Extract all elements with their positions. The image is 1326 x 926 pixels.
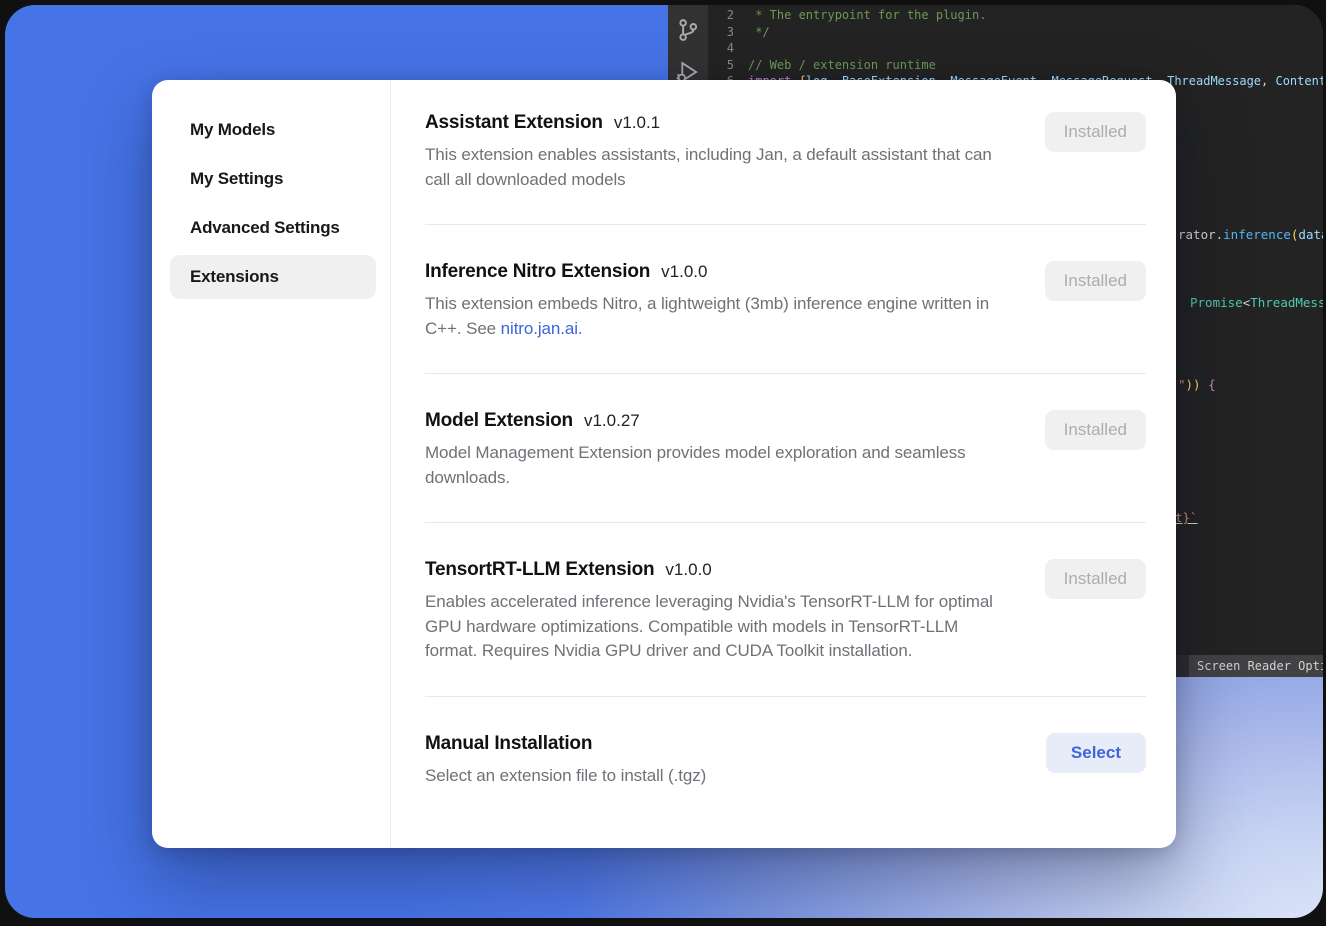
extension-description: Enables accelerated inference leveraging… <box>425 590 1010 664</box>
installed-button[interactable]: Installed <box>1045 410 1146 450</box>
extension-name: Assistant Extension <box>425 112 603 134</box>
manual-installation-description: Select an extension file to install (.tg… <box>425 764 706 789</box>
app-window: 2 * The entrypoint for the plugin. 3 */ … <box>5 5 1323 918</box>
extension-name: Inference Nitro Extension <box>425 261 650 283</box>
sidebar-item-my-settings[interactable]: My Settings <box>170 157 376 201</box>
code-line: 3 */ <box>708 24 1323 41</box>
extension-item-inference-nitro: Inference Nitro Extension v1.0.0 This ex… <box>425 225 1146 373</box>
extension-version: v1.0.0 <box>661 262 707 282</box>
extensions-list: Assistant Extension v1.0.1 This extensio… <box>391 80 1176 848</box>
code-fragment: t}` <box>1175 510 1198 525</box>
source-control-icon[interactable] <box>675 17 701 43</box>
installed-button[interactable]: Installed <box>1045 112 1146 152</box>
extension-description: Model Management Extension provides mode… <box>425 441 1010 490</box>
settings-sidebar: My Models My Settings Advanced Settings … <box>152 80 390 848</box>
sidebar-item-extensions[interactable]: Extensions <box>170 255 376 299</box>
extension-version: v1.0.0 <box>665 560 711 580</box>
code-text: * The entrypoint for the plugin. <box>748 8 986 22</box>
code-line: 5 // Web / extension runtime <box>708 57 1323 74</box>
code-line: 4 <box>708 40 1323 57</box>
code-fragment: Promise<ThreadMessage> <box>1190 295 1323 310</box>
sidebar-item-my-models[interactable]: My Models <box>170 108 376 152</box>
extension-item-model: Model Extension v1.0.27 Model Management… <box>425 374 1146 522</box>
line-number: 4 <box>708 40 734 57</box>
code-fragment: ")) { <box>1178 377 1216 392</box>
installed-button[interactable]: Installed <box>1045 261 1146 301</box>
select-file-button[interactable]: Select <box>1046 733 1146 773</box>
manual-installation-title: Manual Installation <box>425 733 592 755</box>
extension-version: v1.0.27 <box>584 411 640 431</box>
code-fragment: rator.inference(data)); <box>1178 227 1323 242</box>
code-line: 2 * The entrypoint for the plugin. <box>708 7 1323 24</box>
extension-item-tensorrt-llm: TensortRT-LLM Extension v1.0.0 Enables a… <box>425 523 1146 696</box>
extension-version: v1.0.1 <box>614 113 660 133</box>
nitro-jan-ai-link[interactable]: nitro.jan.ai. <box>501 319 583 338</box>
extension-description: This extension enables assistants, inclu… <box>425 143 1010 192</box>
code-text: */ <box>748 25 770 39</box>
sidebar-item-advanced-settings[interactable]: Advanced Settings <box>170 206 376 250</box>
line-number: 3 <box>708 24 734 41</box>
line-number: 5 <box>708 57 734 74</box>
line-number: 2 <box>708 7 734 24</box>
extension-description: This extension embeds Nitro, a lightweig… <box>425 292 1010 341</box>
code-text: // Web / extension runtime <box>748 58 936 72</box>
code-area: 2 * The entrypoint for the plugin. 3 */ … <box>708 5 1323 90</box>
manual-installation-item: Manual Installation Select an extension … <box>425 697 1146 821</box>
extension-name: TensortRT-LLM Extension <box>425 559 654 581</box>
extension-name: Model Extension <box>425 410 573 432</box>
installed-button[interactable]: Installed <box>1045 559 1146 599</box>
screen-reader-toast[interactable]: Screen Reader Optimize <box>1189 655 1323 677</box>
settings-modal: My Models My Settings Advanced Settings … <box>152 80 1176 848</box>
extension-item-assistant: Assistant Extension v1.0.1 This extensio… <box>425 80 1146 224</box>
